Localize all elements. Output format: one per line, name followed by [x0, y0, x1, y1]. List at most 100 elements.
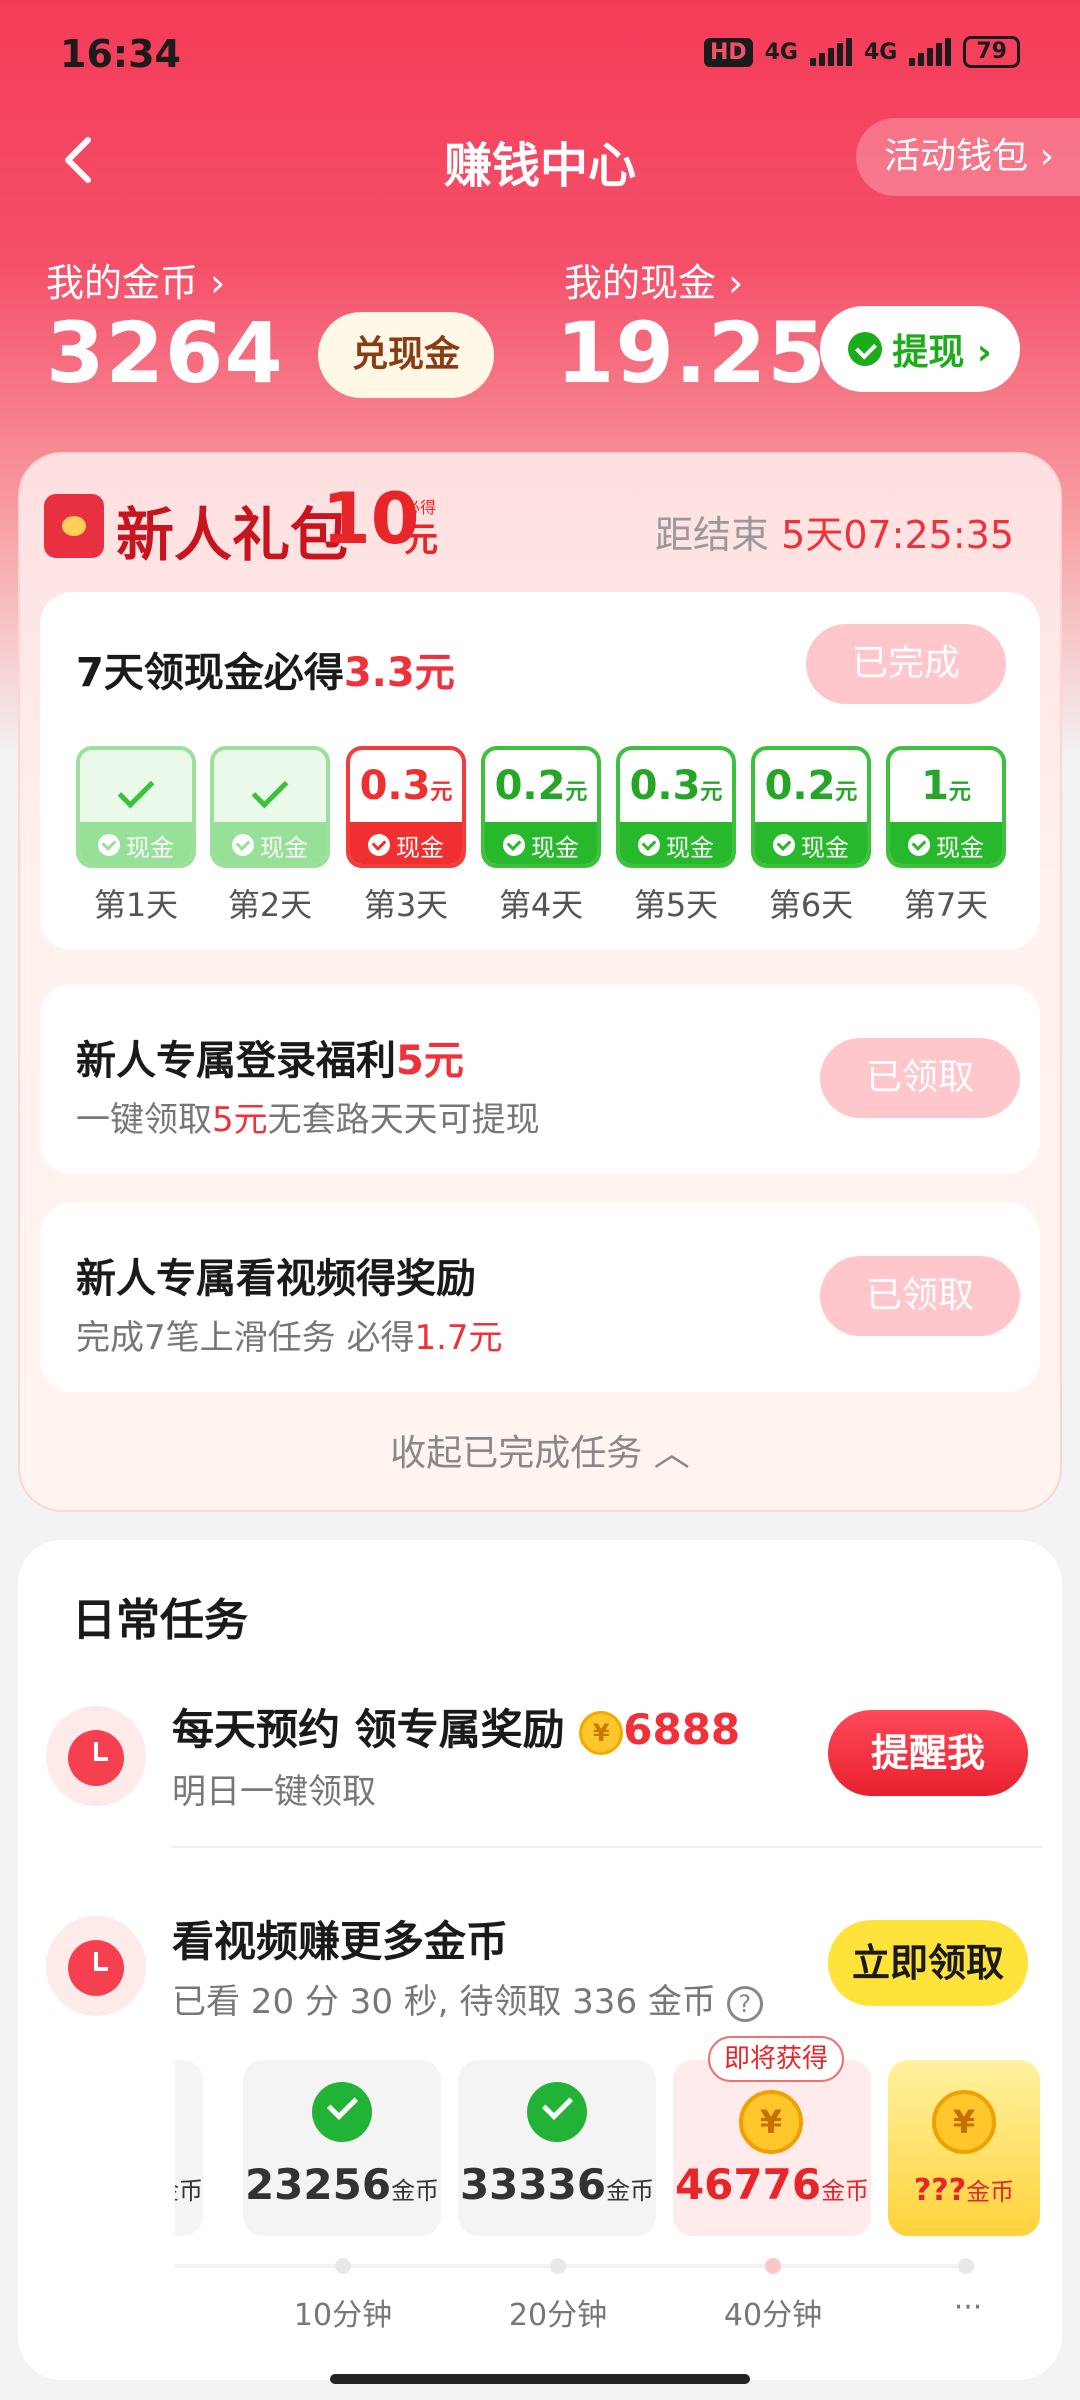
day-card[interactable]: 0.2元现金: [481, 746, 601, 868]
day-value: [214, 750, 326, 822]
coin-icon: ¥: [932, 2090, 996, 2154]
divider: [172, 1846, 1042, 1848]
countdown: 距结束 5天07:25:35: [655, 504, 1014, 559]
wechat-icon: [503, 834, 525, 856]
login-bonus-title-text: 新人专属登录福利: [76, 1038, 396, 1084]
network-label-1: 4G: [764, 39, 798, 65]
reservation-title-text: 每天预约 领专属奖励: [172, 1705, 565, 1754]
day-card[interactable]: 现金: [210, 746, 330, 868]
cash-tag: 现金: [485, 822, 597, 864]
time-label: 40分钟: [723, 2298, 823, 2333]
wechat-icon: [232, 834, 254, 856]
reservation-task-title: 每天预约 领专属奖励 ¥6888: [172, 1696, 740, 1757]
wechat-icon: [638, 834, 660, 856]
day-value: 0.2元: [494, 763, 588, 809]
home-indicator[interactable]: [330, 2374, 750, 2384]
login-bonus-desc-amount: 5元: [212, 1100, 268, 1140]
exchange-cash-button[interactable]: 兑现金: [318, 312, 494, 398]
withdraw-label: 提现 ›: [892, 332, 992, 373]
gift-title: 新人礼包: [116, 501, 349, 569]
reward-card: 33336金币: [458, 2060, 656, 2236]
status-time: 16:34: [60, 32, 181, 76]
timeline-dot: [765, 2258, 781, 2274]
wechat-icon: [368, 834, 390, 856]
timeline-dot: [550, 2258, 566, 2274]
reward-card: 23256金币: [243, 2060, 441, 2236]
video-coins-desc: 已看 20 分 30 秒, 待领取 336 金币 ?: [172, 1974, 763, 2023]
day-card[interactable]: 0.3元 现金: [616, 746, 736, 868]
cash-tag: 现金: [214, 822, 326, 864]
reward-strip[interactable]: 金币 23256金币 33336金币 ¥ 46776金币 ¥ ???金币: [175, 2060, 1040, 2240]
reward-unit: 金币: [391, 2177, 440, 2205]
day-card[interactable]: 0.2元 现金: [751, 746, 871, 868]
day-card[interactable]: 1元现金: [886, 746, 1006, 868]
check-icon: [527, 2082, 587, 2142]
time-label: 10分钟: [293, 2298, 393, 2333]
day-label: 第2天: [227, 886, 313, 924]
day-label: 第7天: [903, 886, 989, 924]
check-icon: [312, 2082, 372, 2142]
red-packet-icon: [44, 494, 104, 558]
day-card[interactable]: 现金: [76, 746, 196, 868]
remind-me-button[interactable]: 提醒我: [828, 1710, 1028, 1796]
reward-unit: 金币: [175, 2177, 203, 2205]
reward-unit: 金币: [966, 2178, 1015, 2206]
video-coins-desc-text: 已看 20 分 30 秒, 待领取 336 金币: [172, 1982, 716, 2022]
day-value: 0.3元: [629, 763, 723, 809]
claim-now-button[interactable]: 立即领取: [828, 1920, 1028, 2006]
alarm-clock-icon: [46, 1916, 146, 2016]
signal-icon: [909, 38, 952, 66]
cash-tag: 现金: [350, 822, 462, 864]
network-label-2: 4G: [864, 39, 898, 65]
alarm-clock-icon: [46, 1706, 146, 1806]
claimed-button[interactable]: 已领取: [820, 1256, 1020, 1336]
status-icons: HD 4G 4G 79: [703, 36, 1020, 68]
coins-value: 3264: [46, 304, 284, 402]
day-value: 0.3元: [359, 763, 453, 809]
day-card[interactable]: 0.3元现金: [346, 746, 466, 868]
login-bonus-title-amount: 5元: [396, 1038, 464, 1084]
day-value: 0.2元: [764, 763, 858, 809]
cash-tag: 现金: [890, 822, 1002, 864]
reward-unit: 金币: [821, 2177, 870, 2205]
coin-icon: ¥: [739, 2090, 803, 2154]
countdown-label: 距结束: [655, 513, 770, 557]
completed-button[interactable]: 已完成: [806, 624, 1006, 704]
day-label: 第1天: [93, 886, 179, 924]
check-icon: [251, 771, 289, 809]
video-bonus-desc: 完成7笔上滑任务 必得1.7元: [76, 1310, 503, 1359]
withdraw-button[interactable]: 提现 ›: [820, 306, 1020, 392]
reservation-desc: 明日一键领取: [172, 1772, 376, 1812]
wechat-icon: [848, 332, 883, 366]
collapse-completed-link[interactable]: 收起已完成任务 ︿: [0, 1424, 1080, 1476]
day-label: 第4天: [498, 886, 584, 924]
help-icon[interactable]: ?: [726, 1985, 763, 2022]
time-label: 20分钟: [508, 2298, 608, 2333]
reward-value: 33336: [459, 2160, 607, 2209]
seven-day-title-text: 7天领现金必得: [76, 650, 344, 696]
wechat-icon: [908, 834, 930, 856]
time-label: ···: [953, 2290, 983, 2325]
login-bonus-desc-pre: 一键领取: [76, 1100, 212, 1140]
my-cash-link[interactable]: 我的现金 ›: [564, 252, 743, 307]
timeline: [175, 2264, 975, 2268]
day-label: 第6天: [768, 886, 854, 924]
video-bonus-desc-pre: 完成7笔上滑任务 必得: [76, 1318, 415, 1358]
claimed-button[interactable]: 已领取: [820, 1038, 1020, 1118]
coin-icon: ¥: [579, 1710, 624, 1755]
reward-value: 46776: [674, 2160, 822, 2209]
day-value: 1元: [921, 763, 971, 809]
hd-icon: HD: [703, 37, 753, 67]
day-label: 第5天: [633, 886, 719, 924]
timeline-dot: [335, 2258, 351, 2274]
reward-card-mystery: ¥ ???金币: [888, 2060, 1040, 2236]
check-icon: [117, 771, 155, 809]
my-coins-link[interactable]: 我的金币 ›: [46, 252, 225, 307]
activity-wallet-button[interactable]: 活动钱包 ›: [856, 118, 1080, 196]
reward-card-next: ¥ 46776金币: [673, 2060, 871, 2236]
day-label: 第3天: [363, 886, 449, 924]
coming-soon-badge: 即将获得: [708, 2036, 845, 2082]
reward-value: 23256: [244, 2160, 392, 2209]
login-bonus-desc: 一键领取5元无套路天天可提现: [76, 1092, 540, 1141]
reward-card: 金币: [175, 2060, 203, 2236]
